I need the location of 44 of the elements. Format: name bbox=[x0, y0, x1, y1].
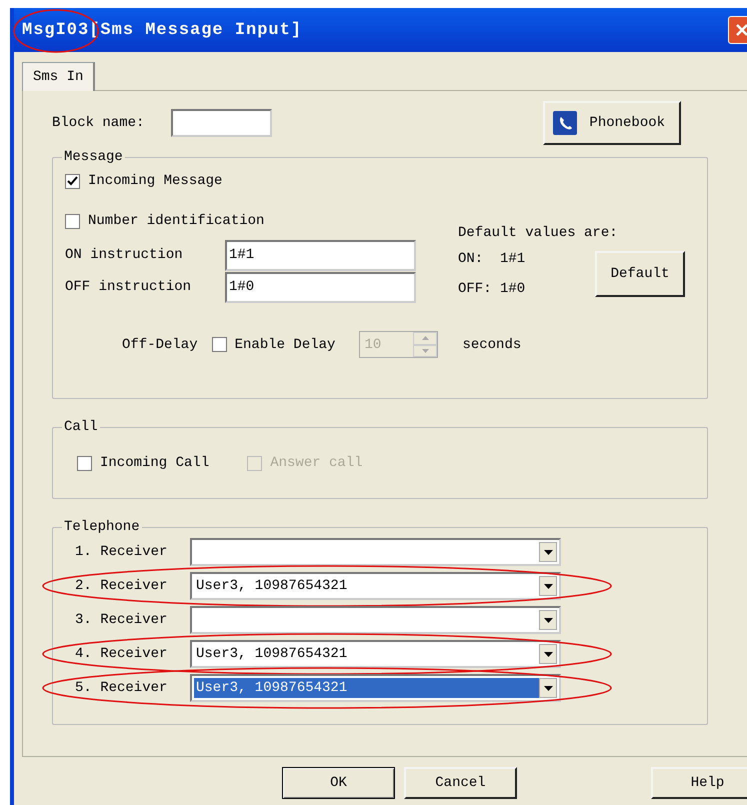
call-checkbox[interactable]: Incoming Call bbox=[77, 455, 210, 471]
check-icon bbox=[67, 176, 78, 186]
group-title: Telephone bbox=[63, 519, 141, 535]
phone-icon bbox=[553, 111, 578, 135]
down-arrow-icon bbox=[422, 348, 429, 353]
dropdown-arrow-icon bbox=[544, 584, 552, 588]
unit-label: seconds bbox=[462, 336, 522, 352]
receiver-dropdown[interactable]: User3, 10987654321 bbox=[190, 674, 561, 702]
dropdown-arrow-icon bbox=[544, 550, 552, 554]
receiver-dropdown[interactable]: User3, 10987654321 bbox=[190, 572, 561, 600]
enable-delay-checkbox[interactable]: Enable Delay bbox=[212, 336, 336, 352]
receiver-dropdown[interactable]: User3, 10987654321 bbox=[190, 640, 561, 668]
receiver-label: 5. Receiver bbox=[75, 680, 168, 696]
close-icon bbox=[734, 22, 747, 38]
default-off-value: OFF: 1#0 bbox=[458, 281, 526, 297]
tab[interactable]: Sms In bbox=[22, 62, 96, 91]
default-on-value: ON: 1#1 bbox=[458, 251, 526, 267]
dialog-button[interactable]: OK bbox=[282, 767, 395, 799]
defaults-heading: Default values are: bbox=[458, 225, 619, 241]
receiver-label: 1. Receiver bbox=[75, 544, 168, 560]
receiver-dropdown[interactable] bbox=[190, 606, 561, 634]
receiver-label: 3. Receiver bbox=[75, 612, 168, 628]
field-label: ON instruction bbox=[65, 247, 184, 263]
up-arrow-icon bbox=[422, 336, 429, 340]
off-delay-label: Off-Delay bbox=[122, 336, 198, 352]
field-label: OFF instruction bbox=[65, 279, 192, 295]
group-title: Message bbox=[63, 149, 124, 165]
field-label: Block name: bbox=[52, 115, 144, 131]
dropdown-arrow-icon bbox=[544, 618, 552, 622]
on-instruction-field[interactable]: 1#1 bbox=[225, 240, 416, 270]
dropdown-arrow-icon bbox=[544, 686, 552, 690]
dialog-button[interactable]: Help bbox=[651, 767, 747, 799]
receiver-dropdown[interactable] bbox=[190, 538, 561, 566]
receiver-label: 2. Receiver bbox=[75, 578, 168, 594]
incoming-message-checkbox[interactable]: Incoming Message bbox=[65, 173, 695, 189]
group-title: Call bbox=[63, 419, 99, 435]
receiver-label: 4. Receiver bbox=[75, 646, 168, 662]
number-identification-checkbox[interactable]: Number identification bbox=[65, 213, 458, 229]
phonebook-button[interactable]: Phonebook bbox=[543, 101, 682, 145]
dialog-button[interactable]: Cancel bbox=[404, 767, 517, 799]
block-name-field[interactable] bbox=[171, 109, 272, 137]
default-button[interactable]: Default bbox=[595, 251, 685, 297]
dropdown-arrow-icon bbox=[544, 652, 552, 656]
off-instruction-field[interactable]: 1#0 bbox=[225, 272, 416, 302]
